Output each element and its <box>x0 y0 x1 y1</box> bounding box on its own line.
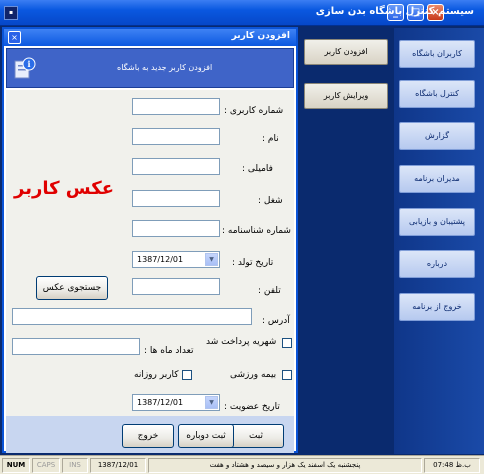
daily-user-label: کاربر روزانه <box>134 370 179 380</box>
main-nav-panel: کاربران باشگاه کنترل باشگاه گزارش مدیران… <box>394 28 484 454</box>
status-date: 1387/12/01 <box>90 458 146 473</box>
phone-input[interactable] <box>132 278 220 295</box>
add-user-window: × افزودن کاربر i افزودن کاربر جدید به با… <box>2 27 298 453</box>
info-icon: i <box>14 57 36 79</box>
exit-button[interactable]: خروج <box>122 424 174 448</box>
title-bar: ▪ _ □ × سیستم کنترل باشگاه بدن سازی <box>0 0 484 26</box>
app-icon[interactable]: ▪ <box>4 6 18 20</box>
insurance-checkbox[interactable] <box>282 370 292 380</box>
photo-search-button[interactable]: جستجوی عکس <box>36 276 108 300</box>
user-number-input[interactable] <box>132 98 220 115</box>
child-title-bar: × افزودن کاربر <box>4 29 296 46</box>
nav-admins[interactable]: مدیران برنامه <box>399 165 475 193</box>
banner-text: افزودن کاربر جدید به باشگاه <box>117 63 213 72</box>
user-number-label: شماره کاربری : <box>224 106 284 116</box>
paid-checkbox[interactable] <box>282 338 292 348</box>
save-button[interactable]: ثبت <box>228 424 284 448</box>
window-title: سیستم کنترل باشگاه بدن سازی <box>315 6 474 17</box>
photo-placeholder: عکس کاربر <box>14 178 115 199</box>
status-time: 07:48 ب.ظ <box>424 458 480 473</box>
job-label: شغل : <box>258 196 283 206</box>
birth-date-picker[interactable]: 1387/12/01 ▼ <box>132 251 220 268</box>
caps-indicator: CAPS <box>32 458 60 473</box>
address-input[interactable] <box>12 308 252 325</box>
membership-date-picker[interactable]: 1387/12/01 ▼ <box>132 394 220 411</box>
banner: i افزودن کاربر جدید به باشگاه <box>6 48 294 88</box>
status-bar: NUM CAPS INS 1387/12/01 پنجشنبه یک اسفند… <box>0 455 484 474</box>
name-input[interactable] <box>132 128 220 145</box>
status-date-text: پنجشنبه یک اسفند یک هزار و سیصد و هشتاد … <box>148 458 422 473</box>
birth-date-label: تاریخ تولد : <box>232 258 274 268</box>
nav-users[interactable]: کاربران باشگاه <box>399 40 475 68</box>
ins-indicator: INS <box>62 458 88 473</box>
nav-about[interactable]: درباره <box>399 250 475 278</box>
save-again-button[interactable]: ثبت دوباره <box>178 424 234 448</box>
family-label: فامیلی : <box>242 164 273 174</box>
num-indicator: NUM <box>2 458 30 473</box>
address-label: آدرس : <box>262 316 290 326</box>
paid-label: شهریه پرداخت شد <box>206 337 277 347</box>
edit-user-button[interactable]: ویرایش کاربر <box>304 83 388 109</box>
family-input[interactable] <box>132 158 220 175</box>
id-number-input[interactable] <box>132 220 220 237</box>
nav-exit[interactable]: خروج از برنامه <box>399 293 475 321</box>
months-input[interactable] <box>12 338 140 355</box>
name-label: نام : <box>262 134 279 144</box>
membership-date-value: 1387/12/01 <box>137 398 184 407</box>
nav-report[interactable]: گزارش <box>399 122 475 150</box>
add-user-form: عکس کاربر شماره کاربری : نام : فامیلی : … <box>6 90 294 416</box>
action-bar: ثبت ثبت دوباره خروج <box>6 416 294 453</box>
svg-text:i: i <box>27 59 30 69</box>
insurance-label: بیمه ورزشی <box>230 370 277 380</box>
nav-control[interactable]: کنترل باشگاه <box>399 80 475 108</box>
job-input[interactable] <box>132 190 220 207</box>
birth-date-value: 1387/12/01 <box>137 255 184 264</box>
months-label: تعداد ماه ها : <box>144 346 194 356</box>
nav-backup[interactable]: پشتیبان و بازیابی <box>399 208 475 236</box>
membership-date-label: تاریخ عضویت : <box>224 402 280 412</box>
chevron-down-icon[interactable]: ▼ <box>205 396 218 409</box>
id-number-label: شماره شناسنامه : <box>222 226 291 236</box>
add-user-button[interactable]: افزودن کاربر <box>304 39 388 65</box>
phone-label: تلفن : <box>258 286 281 296</box>
child-window-title: افزودن کاربر <box>231 31 290 41</box>
child-close-button[interactable]: × <box>8 31 21 44</box>
chevron-down-icon[interactable]: ▼ <box>205 253 218 266</box>
daily-user-checkbox[interactable] <box>182 370 192 380</box>
